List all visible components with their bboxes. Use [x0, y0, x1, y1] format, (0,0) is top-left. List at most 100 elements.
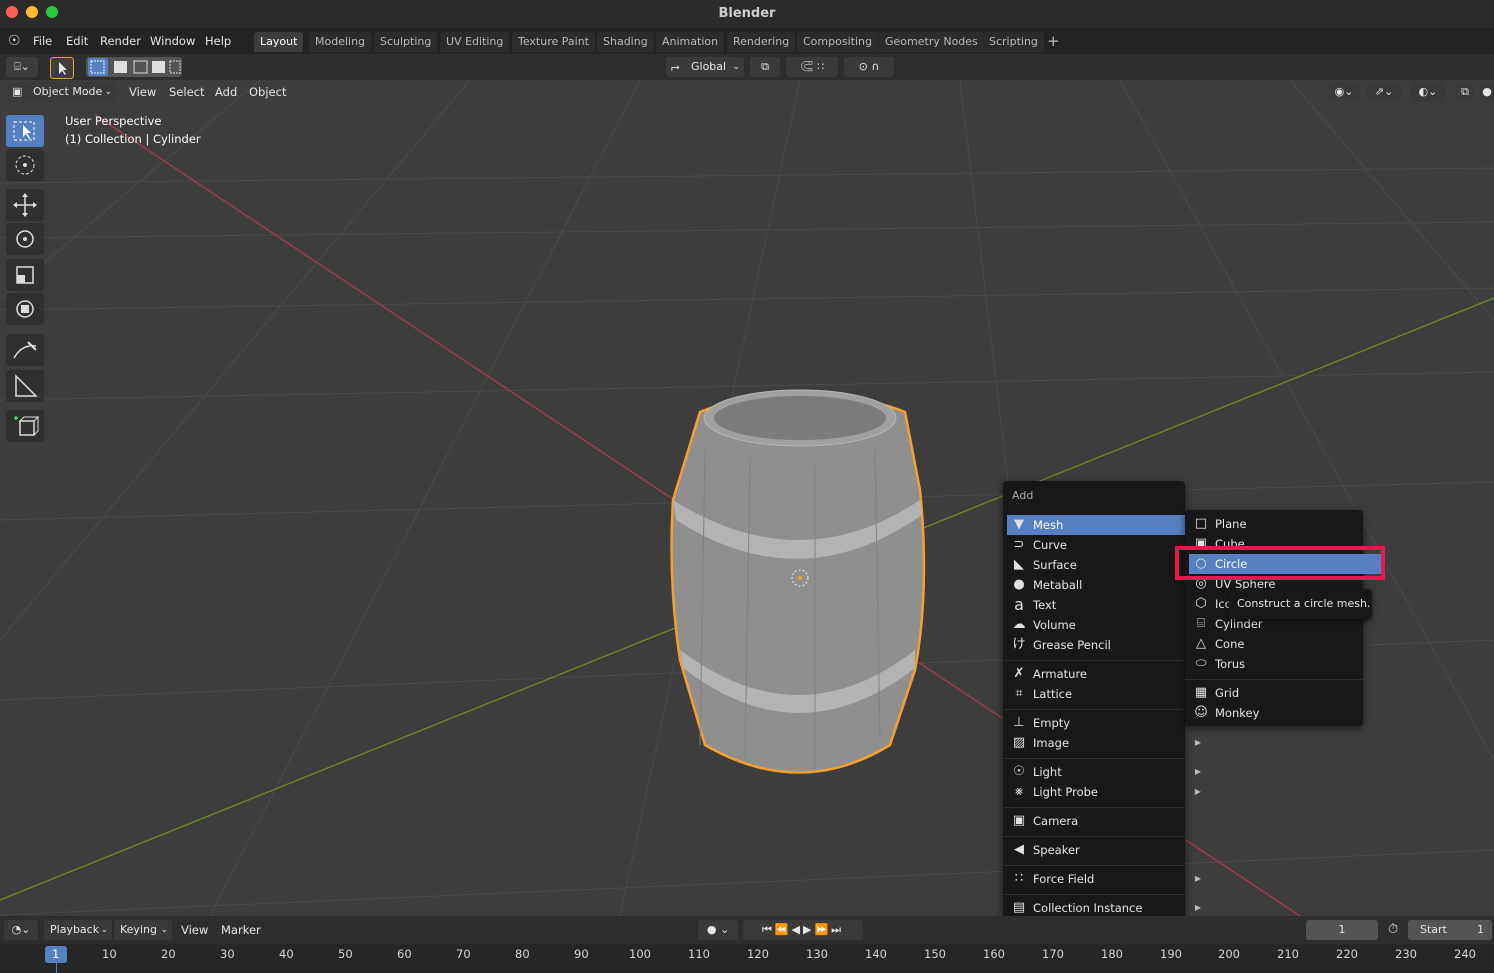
select-box-tool[interactable]	[6, 115, 44, 147]
xray-icon[interactable]: ⧉	[1456, 82, 1474, 102]
frame-tick: 160	[983, 947, 1005, 961]
menu-item-force-field[interactable]: ∷ Force Field ▶	[1007, 869, 1207, 889]
menu-file[interactable]: File	[33, 34, 52, 48]
empty-icon: ⊥	[1013, 715, 1025, 730]
menu-render[interactable]: Render	[100, 34, 141, 48]
mesh-item-torus[interactable]: ⬭ Torus	[1189, 654, 1385, 674]
frame-tick: 60	[397, 947, 412, 961]
tooltip-text: Construct a circle mesh.	[1237, 597, 1371, 610]
timeline-menu-view[interactable]: View	[181, 923, 208, 937]
frame-tick: 120	[747, 947, 769, 961]
timeline-menu-marker[interactable]: Marker	[221, 923, 261, 937]
mesh-item-monkey[interactable]: ☺ Monkey	[1189, 703, 1385, 723]
mesh-item-cone[interactable]: △ Cone	[1189, 634, 1385, 654]
frame-tick: 70	[456, 947, 471, 961]
menu-separator	[1003, 807, 1185, 808]
top-menu-bar: ☉ File Edit Render Window Help Layout Mo…	[0, 28, 1494, 54]
menu-item-camera[interactable]: ▣ Camera	[1007, 811, 1207, 831]
rotate-tool[interactable]	[6, 223, 44, 255]
viewport-menu-select[interactable]: Select	[169, 85, 204, 99]
mesh-item-grid[interactable]: ▦ Grid	[1189, 683, 1385, 703]
tab-compositing[interactable]: Compositing	[797, 32, 878, 52]
blender-logo-icon[interactable]: ☉	[8, 33, 21, 49]
snap-icon[interactable]: 🧲︎ ∷	[786, 57, 838, 77]
cursor-tool[interactable]	[6, 149, 44, 181]
timeline-editor-type-icon[interactable]: ◔⌄	[4, 920, 38, 940]
frame-tick: 1	[52, 947, 60, 961]
playback-controls[interactable]: ⏮⏪◀▶⏩⏭	[743, 920, 863, 940]
viewport-menu-add[interactable]: Add	[215, 85, 237, 99]
add-menu: Add ▼Mesh▶ ⊃Curve▶ ◣Surface▶ ●Metaball▶ …	[1003, 481, 1207, 921]
tab-sculpting[interactable]: Sculpting	[374, 32, 438, 52]
gizmo-icon[interactable]: ⇗⌄	[1366, 82, 1402, 102]
light-icon: ☉	[1013, 764, 1025, 779]
current-frame-field[interactable]: 1	[1306, 920, 1378, 940]
transform-orientation-select[interactable]: ⮣ Global ⌄	[666, 57, 744, 77]
armature-icon: ✗	[1013, 666, 1025, 681]
visibility-icon[interactable]: ◉⌄	[1328, 82, 1360, 102]
viewport-menu-object[interactable]: Object	[249, 85, 286, 99]
object-mode-icon: ▣	[12, 85, 23, 98]
menu-item-empty[interactable]: ⊥Empty▶	[1007, 713, 1207, 733]
timeline-ruler[interactable]: 1 10 20 30 40 50 60 70 80 90 100 110 120…	[0, 944, 1494, 973]
transform-tool[interactable]	[6, 293, 44, 325]
select-tool-icon[interactable]	[50, 57, 74, 79]
record-keyframe-icon[interactable]: ● ⌄	[698, 920, 738, 940]
add-cube-tool[interactable]	[6, 410, 44, 442]
menu-window[interactable]: Window	[150, 34, 195, 48]
annotate-tool[interactable]	[6, 334, 44, 366]
select-box-icon	[13, 121, 35, 141]
tab-uv-editing[interactable]: UV Editing	[440, 32, 510, 52]
menu-item-speaker[interactable]: ◀ Speaker	[1007, 840, 1207, 860]
menu-item-grease-pencil[interactable]: けGrease Pencil▶	[1007, 635, 1207, 655]
overlay-icon[interactable]: ◐⌄	[1410, 82, 1446, 102]
tab-modeling[interactable]: Modeling	[309, 32, 372, 52]
start-frame-field[interactable]: Start 1	[1408, 920, 1492, 940]
menu-help[interactable]: Help	[205, 34, 231, 48]
frame-tick: 80	[515, 947, 530, 961]
tab-texture-paint[interactable]: Texture Paint	[512, 32, 595, 52]
selection-mode-buttons[interactable]	[86, 57, 182, 77]
frame-tick: 180	[1101, 947, 1123, 961]
menu-item-image[interactable]: ▨ Image ▶	[1007, 733, 1207, 753]
menu-item-collection-instance[interactable]: ▤ Collection Instance ▶	[1007, 898, 1207, 918]
tab-rendering[interactable]: Rendering	[727, 32, 796, 52]
move-tool[interactable]	[6, 189, 44, 221]
add-workspace-icon[interactable]: +	[1047, 32, 1060, 50]
metaball-icon: ●	[1013, 577, 1025, 592]
shading-icon[interactable]: ●	[1480, 82, 1494, 102]
editor-type-icon[interactable]: ⌸⌄	[6, 57, 38, 77]
keying-dropdown[interactable]: Keying ⌄	[114, 920, 172, 940]
proportional-editing-icon[interactable]: ⊙ ∩	[844, 57, 894, 77]
mode-select[interactable]: ▣ Object Mode ⌄	[8, 82, 116, 102]
tab-geometry-nodes[interactable]: Geometry Nodes	[879, 32, 984, 52]
tab-shading[interactable]: Shading	[597, 32, 654, 52]
menu-separator	[1003, 836, 1185, 837]
tab-scripting[interactable]: Scripting	[983, 32, 1044, 52]
menu-item-armature[interactable]: ✗ Armature	[1007, 664, 1207, 684]
tab-layout[interactable]: Layout	[254, 32, 304, 52]
scale-tool[interactable]	[6, 259, 44, 291]
menu-item-light[interactable]: ☉ Light ▶	[1007, 762, 1207, 782]
lattice-icon: ⌗	[1015, 686, 1023, 701]
playback-dropdown[interactable]: Playback ⌄	[44, 920, 112, 940]
menu-item-lattice[interactable]: ⌗ Lattice	[1007, 684, 1207, 704]
frame-tick: 10	[102, 947, 117, 961]
menu-item-volume[interactable]: ☁Volume▶	[1007, 615, 1207, 635]
menu-item-mesh[interactable]: ▼Mesh▶	[1007, 515, 1207, 535]
frame-tick: 200	[1218, 947, 1240, 961]
curve-icon: ⊃	[1013, 537, 1025, 552]
stopwatch-icon[interactable]: ⏱	[1388, 922, 1398, 937]
tab-animation[interactable]: Animation	[656, 32, 725, 52]
3d-viewport[interactable]	[0, 80, 1494, 916]
menu-item-text[interactable]: a Text	[1007, 595, 1207, 615]
viewport-menu-view[interactable]: View	[129, 85, 156, 99]
pivot-point-icon[interactable]: ⧉	[750, 57, 780, 77]
measure-tool[interactable]	[6, 370, 44, 402]
torus-icon: ⬭	[1195, 656, 1207, 671]
menu-edit[interactable]: Edit	[66, 34, 88, 48]
volume-icon: ☁	[1012, 617, 1026, 632]
menu-item-light-probe[interactable]: ⨳ Light Probe ▶	[1007, 782, 1207, 802]
mesh-item-plane[interactable]: □ Plane	[1189, 514, 1385, 534]
barrel-object[interactable]	[670, 389, 926, 774]
